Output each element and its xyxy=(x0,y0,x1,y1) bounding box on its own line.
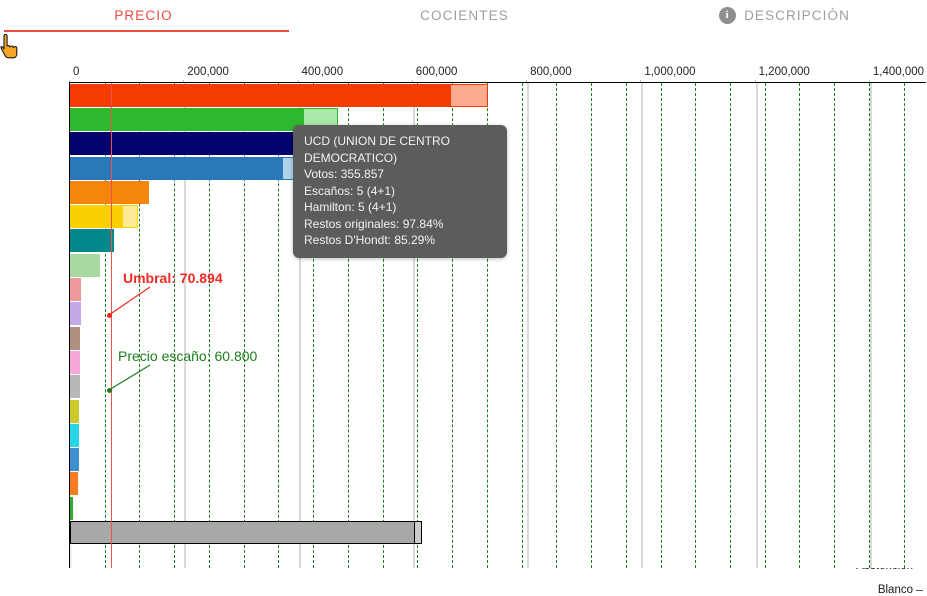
tooltip-title: UCD (UNION DE CENTRO DEMOCRATICO) xyxy=(304,134,450,165)
tooltip-escanos: Escaños: 5 (4+1) xyxy=(304,183,396,198)
chart-app: PRECIO COCIENTES i DESCRIPCIÓN 0 200,000 4… xyxy=(0,0,927,596)
bar-solid[interactable] xyxy=(70,423,79,447)
threshold-annotation: Umbral: 70.894 xyxy=(123,270,223,286)
tab-descripcion[interactable]: i DESCRIPCIÓN xyxy=(642,0,927,30)
bar-solid[interactable] xyxy=(70,229,114,253)
votes-axis-label: 200,000 xyxy=(187,66,229,78)
bar-row[interactable] xyxy=(70,83,927,107)
category-tick xyxy=(916,589,923,591)
info-icon: i xyxy=(719,6,737,24)
bar-row[interactable] xyxy=(70,545,927,569)
votes-axis-label: 600,000 xyxy=(415,66,458,78)
threshold-anchor-dot xyxy=(106,312,112,318)
bar-row[interactable] xyxy=(70,302,927,326)
tooltip-hamilton: Hamilton: 5 (4+1) xyxy=(304,200,397,214)
tooltip-restos-dhondt: Restos D'Hondt: 85.29% xyxy=(304,233,436,247)
active-tab-underline xyxy=(4,30,289,32)
tab-precio[interactable]: PRECIO xyxy=(0,0,287,30)
bar-solid[interactable] xyxy=(70,180,149,204)
chart-area: 0 200,000 400,000 600,000 800,000 1,000,000 1,… xyxy=(0,34,927,596)
bar-row[interactable] xyxy=(70,448,927,472)
bar-solid[interactable] xyxy=(70,448,79,472)
bar-solid[interactable] xyxy=(70,278,81,302)
tooltip-votos: Votos: 355.857 xyxy=(304,167,385,181)
seat-price-annotation: Precio escaño: 60.800 xyxy=(118,348,258,364)
bar-solid[interactable] xyxy=(70,107,304,131)
votes-axis-label: 1,400,000 xyxy=(872,66,925,78)
bar-row[interactable] xyxy=(70,521,927,545)
tab-cocientes[interactable]: COCIENTES xyxy=(287,0,642,30)
bar-row[interactable] xyxy=(70,375,927,399)
bar-row[interactable] xyxy=(70,423,927,447)
votes-axis-label: 0 xyxy=(73,66,80,78)
bar-row[interactable] xyxy=(70,326,927,350)
tab-cocientes-label: COCIENTES xyxy=(420,7,509,23)
bar-tooltip: UCD (UNION DE CENTRO DEMOCRATICO) Votos:… xyxy=(293,125,507,258)
pointing-hand-cursor xyxy=(0,34,18,59)
bar-solid[interactable] xyxy=(70,472,78,496)
bar-solid[interactable] xyxy=(70,302,81,326)
votes-axis-label: 1,200,000 xyxy=(758,66,810,78)
bar-solid[interactable] xyxy=(70,326,80,350)
bar-row[interactable] xyxy=(70,496,927,520)
votes-axis-label: 800,000 xyxy=(530,66,572,78)
bar-solid[interactable] xyxy=(70,83,451,107)
bar-solid[interactable] xyxy=(70,253,100,277)
tab-precio-label: PRECIO xyxy=(114,7,173,23)
bar-row[interactable] xyxy=(70,472,927,496)
bar-solid[interactable] xyxy=(70,399,79,423)
bar-solid[interactable] xyxy=(70,350,80,374)
threshold-line xyxy=(110,83,113,568)
bar-solid[interactable] xyxy=(70,521,415,545)
bar-row[interactable] xyxy=(70,399,927,423)
price-anchor-dot xyxy=(106,387,112,393)
bar-solid[interactable] xyxy=(70,496,73,520)
bar-solid[interactable] xyxy=(70,205,123,229)
category-label-blanco: Blanco xyxy=(877,583,913,596)
tooltip-restos-originales: Restos originales: 97.84% xyxy=(304,216,444,231)
tab-descripcion-label: DESCRIPCIÓN xyxy=(744,7,850,23)
bar-solid[interactable] xyxy=(70,375,80,399)
bar-solid[interactable] xyxy=(70,545,72,569)
bar-solid[interactable] xyxy=(70,156,283,180)
votes-axis-label: 400,000 xyxy=(301,66,344,78)
tab-bar: PRECIO COCIENTES i DESCRIPCIÓN xyxy=(0,0,927,34)
votes-axis-label: 1,000,000 xyxy=(644,66,696,78)
